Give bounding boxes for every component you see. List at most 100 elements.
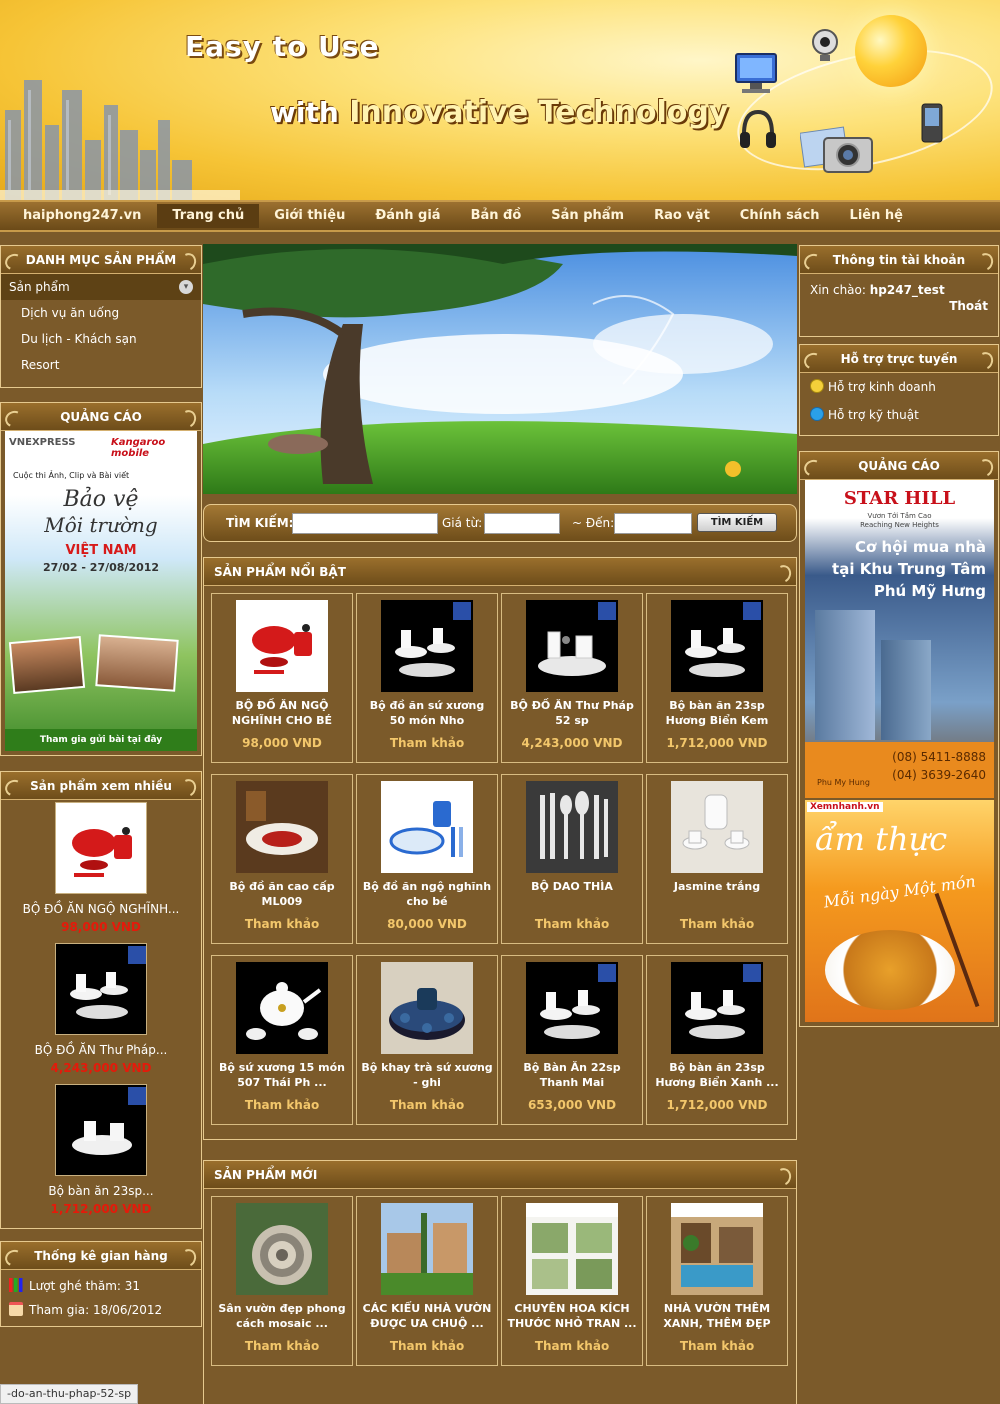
- main-nav: haiphong247.vn Trang chủ Giới thiệu Đánh…: [0, 200, 1000, 232]
- product-thumb[interactable]: [236, 600, 328, 692]
- ad-heading-2: Môi trường: [44, 513, 158, 537]
- product-thumb[interactable]: [526, 1203, 618, 1295]
- most-viewed-item[interactable]: Bộ bàn ăn 23sp... 1,712,000 VND: [3, 1084, 199, 1216]
- nav-item-review[interactable]: Đánh giá: [360, 204, 455, 228]
- product-card[interactable]: Jasmine trắng Tham khảo: [646, 774, 788, 944]
- category-item-travel[interactable]: Du lịch - Khách sạn: [1, 326, 201, 352]
- price-from-input[interactable]: [484, 513, 560, 534]
- product-name[interactable]: Bộ đồ ăn ngộ nghĩnh cho bé: [361, 879, 493, 917]
- product-thumb[interactable]: [381, 781, 473, 873]
- price-to-input[interactable]: [614, 513, 692, 534]
- product-name[interactable]: BỘ ĐỒ ĂN NGỘ NGHĨNH CHO BÉ: [216, 698, 348, 736]
- product-price: Tham khảo: [244, 1339, 320, 1353]
- product-thumb[interactable]: [671, 781, 763, 873]
- nav-site-name[interactable]: haiphong247.vn: [3, 204, 157, 228]
- category-top-item[interactable]: Sản phẩm ▾: [1, 274, 201, 300]
- nav-item-contact[interactable]: Liên hệ: [835, 204, 918, 228]
- left-ad-box: QUẢNG CÁO VNEXPRESS Kangaroo mobile Cuộc…: [0, 402, 202, 756]
- product-thumb[interactable]: [55, 1084, 147, 1176]
- product-price: 1,712,000 VND: [666, 1098, 768, 1112]
- product-name[interactable]: BỘ DAO THÌA: [506, 879, 638, 917]
- search-input[interactable]: [292, 513, 438, 534]
- product-card[interactable]: CHUYÊN HOA KÍCH THƯỚC NHỎ TRAN ... Tham k…: [501, 1196, 643, 1366]
- search-button[interactable]: TÌM KIẾM: [697, 513, 777, 532]
- logout-link[interactable]: Thoát: [810, 298, 988, 314]
- product-thumb[interactable]: [671, 600, 763, 692]
- nav-item-products[interactable]: Sản phẩm: [536, 204, 639, 228]
- category-title: DANH MỤC SẢN PHẨM: [1, 246, 201, 274]
- product-thumb[interactable]: [526, 781, 618, 873]
- collapse-icon[interactable]: ▾: [179, 280, 193, 294]
- product-thumb[interactable]: [381, 600, 473, 692]
- product-name[interactable]: BỘ ĐỒ ĂN Thư Pháp 52 sp: [506, 698, 638, 736]
- product-thumb[interactable]: [526, 962, 618, 1054]
- product-name[interactable]: BỘ ĐỒ ĂN Thư Pháp...: [3, 1043, 199, 1057]
- most-viewed-item[interactable]: BỘ ĐỒ ĂN Thư Pháp... 4,243,000 VND: [3, 943, 199, 1075]
- product-card[interactable]: Bộ Bàn Ăn 22sp Thanh Mai 653,000 VND: [501, 955, 643, 1125]
- right-ad-box: QUẢNG CÁO STAR HILL Vươn Tới Tầm Cao Rea…: [799, 451, 999, 1027]
- product-thumb[interactable]: [55, 802, 147, 894]
- ad-join-link[interactable]: Tham gia gửi bài tại đây: [5, 729, 197, 751]
- header-banner: Easy to Use with Innovative Technology: [0, 0, 1000, 200]
- support-title: Hỗ trợ trực tuyến: [800, 345, 998, 373]
- product-thumb[interactable]: [526, 600, 618, 692]
- env-contest-ad[interactable]: VNEXPRESS Kangaroo mobile Cuộc thi Ảnh, …: [5, 431, 197, 751]
- starhill-ad[interactable]: STAR HILL Vươn Tới Tầm Cao Reaching New …: [805, 480, 994, 798]
- product-card[interactable]: Bộ sứ xương 15 món 507 Thái Ph ... Tham k…: [211, 955, 353, 1125]
- product-card[interactable]: Bộ bàn ăn 23sp Hương Biển Xanh ... 1,712,…: [646, 955, 788, 1125]
- nav-item-policy[interactable]: Chính sách: [725, 204, 835, 228]
- product-name[interactable]: Bộ bàn ăn 23sp Hương Biển Kem: [651, 698, 783, 736]
- product-name[interactable]: Bộ đồ ăn cao cấp ML009: [216, 879, 348, 917]
- nav-item-map[interactable]: Bản đồ: [456, 204, 537, 228]
- product-thumb[interactable]: [381, 1203, 473, 1295]
- product-thumb[interactable]: [381, 962, 473, 1054]
- product-card[interactable]: NHÀ VƯỜN THÊM XANH, THÊM ĐẸP Tham khảo: [646, 1196, 788, 1366]
- product-name[interactable]: Bộ đồ ăn sứ xương 50 món Nho: [361, 698, 493, 736]
- product-name[interactable]: NHÀ VƯỜN THÊM XANH, THÊM ĐẸP: [651, 1301, 783, 1339]
- product-card[interactable]: Sân vườn đẹp phong cách mosaic ... Tham k…: [211, 1196, 353, 1366]
- product-thumb[interactable]: [236, 1203, 328, 1295]
- product-thumb[interactable]: [671, 962, 763, 1054]
- product-thumb[interactable]: [236, 962, 328, 1054]
- product-name[interactable]: Bộ sứ xương 15 món 507 Thái Ph ...: [216, 1060, 348, 1098]
- product-thumb[interactable]: [236, 781, 328, 873]
- product-name[interactable]: CÁC KIỂU NHÀ VƯỜN ĐƯỢC ƯA CHUỘ ...: [361, 1301, 493, 1339]
- xemnhanh-logo: Xemnhanh.vn: [807, 802, 883, 812]
- support-tech[interactable]: Hỗ trợ kỹ thuật: [800, 401, 998, 429]
- product-price: 80,000 VND: [387, 917, 467, 931]
- am-thuc-ad[interactable]: Xemnhanh.vn ẩm thực Mỗi ngày Một món: [805, 800, 994, 1022]
- featured-title: SẢN PHẨM NỔI BẬT: [204, 558, 796, 586]
- product-thumb[interactable]: [671, 1203, 763, 1295]
- product-card[interactable]: Bộ đồ ăn ngộ nghĩnh cho bé 80,000 VND: [356, 774, 498, 944]
- product-price: Tham khảo: [244, 917, 320, 931]
- most-viewed-item[interactable]: BỘ ĐỒ ĂN NGỘ NGHĨNH... 98,000 VND: [3, 802, 199, 934]
- product-name[interactable]: BỘ ĐỒ ĂN NGỘ NGHĨNH...: [3, 902, 199, 916]
- am-thuc-heading: ẩm thực: [815, 820, 948, 858]
- product-card[interactable]: CÁC KIỂU NHÀ VƯỜN ĐƯỢC ƯA CHUỘ ... Tham k…: [356, 1196, 498, 1366]
- product-card[interactable]: Bộ khay trà sứ xương - ghi Tham khảo: [356, 955, 498, 1125]
- category-item-resort[interactable]: Resort: [1, 352, 201, 378]
- product-name[interactable]: Bộ bàn ăn 23sp Hương Biển Xanh ...: [651, 1060, 783, 1098]
- product-thumb[interactable]: [55, 943, 147, 1035]
- hero-banner-image[interactable]: [203, 244, 797, 494]
- product-name[interactable]: Bộ khay trà sứ xương - ghi: [361, 1060, 493, 1098]
- support-sales[interactable]: Hỗ trợ kinh doanh: [800, 373, 998, 401]
- stats-box: Thống kê gian hàng Lượt ghé thăm: 31 Tha…: [0, 1241, 202, 1327]
- nav-item-home[interactable]: Trang chủ: [157, 204, 260, 228]
- product-card[interactable]: BỘ DAO THÌA Tham khảo: [501, 774, 643, 944]
- product-price: Tham khảo: [534, 1339, 610, 1353]
- product-name[interactable]: Bộ bàn ăn 23sp...: [3, 1184, 199, 1198]
- product-name[interactable]: CHUYÊN HOA KÍCH THƯỚC NHỎ TRAN ...: [506, 1301, 638, 1339]
- product-card[interactable]: BỘ ĐỒ ĂN NGỘ NGHĨNH CHO BÉ 98,000 VND: [211, 593, 353, 763]
- category-item-food[interactable]: Dịch vụ ăn uống: [1, 300, 201, 326]
- product-card[interactable]: Bộ bàn ăn 23sp Hương Biển Kem 1,712,000 V…: [646, 593, 788, 763]
- product-card[interactable]: BỘ ĐỒ ĂN Thư Pháp 52 sp 4,243,000 VND: [501, 593, 643, 763]
- nav-item-about[interactable]: Giới thiệu: [259, 204, 360, 228]
- nav-item-classifieds[interactable]: Rao vặt: [639, 204, 725, 228]
- product-name[interactable]: Sân vườn đẹp phong cách mosaic ...: [216, 1301, 348, 1339]
- starhill-line3: Phú Mỹ Hưng: [873, 582, 986, 600]
- product-card[interactable]: Bộ đồ ăn cao cấp ML009 Tham khảo: [211, 774, 353, 944]
- product-name[interactable]: Bộ Bàn Ăn 22sp Thanh Mai: [506, 1060, 638, 1098]
- product-name[interactable]: Jasmine trắng: [651, 879, 783, 917]
- product-card[interactable]: Bộ đồ ăn sứ xương 50 món Nho Tham khảo: [356, 593, 498, 763]
